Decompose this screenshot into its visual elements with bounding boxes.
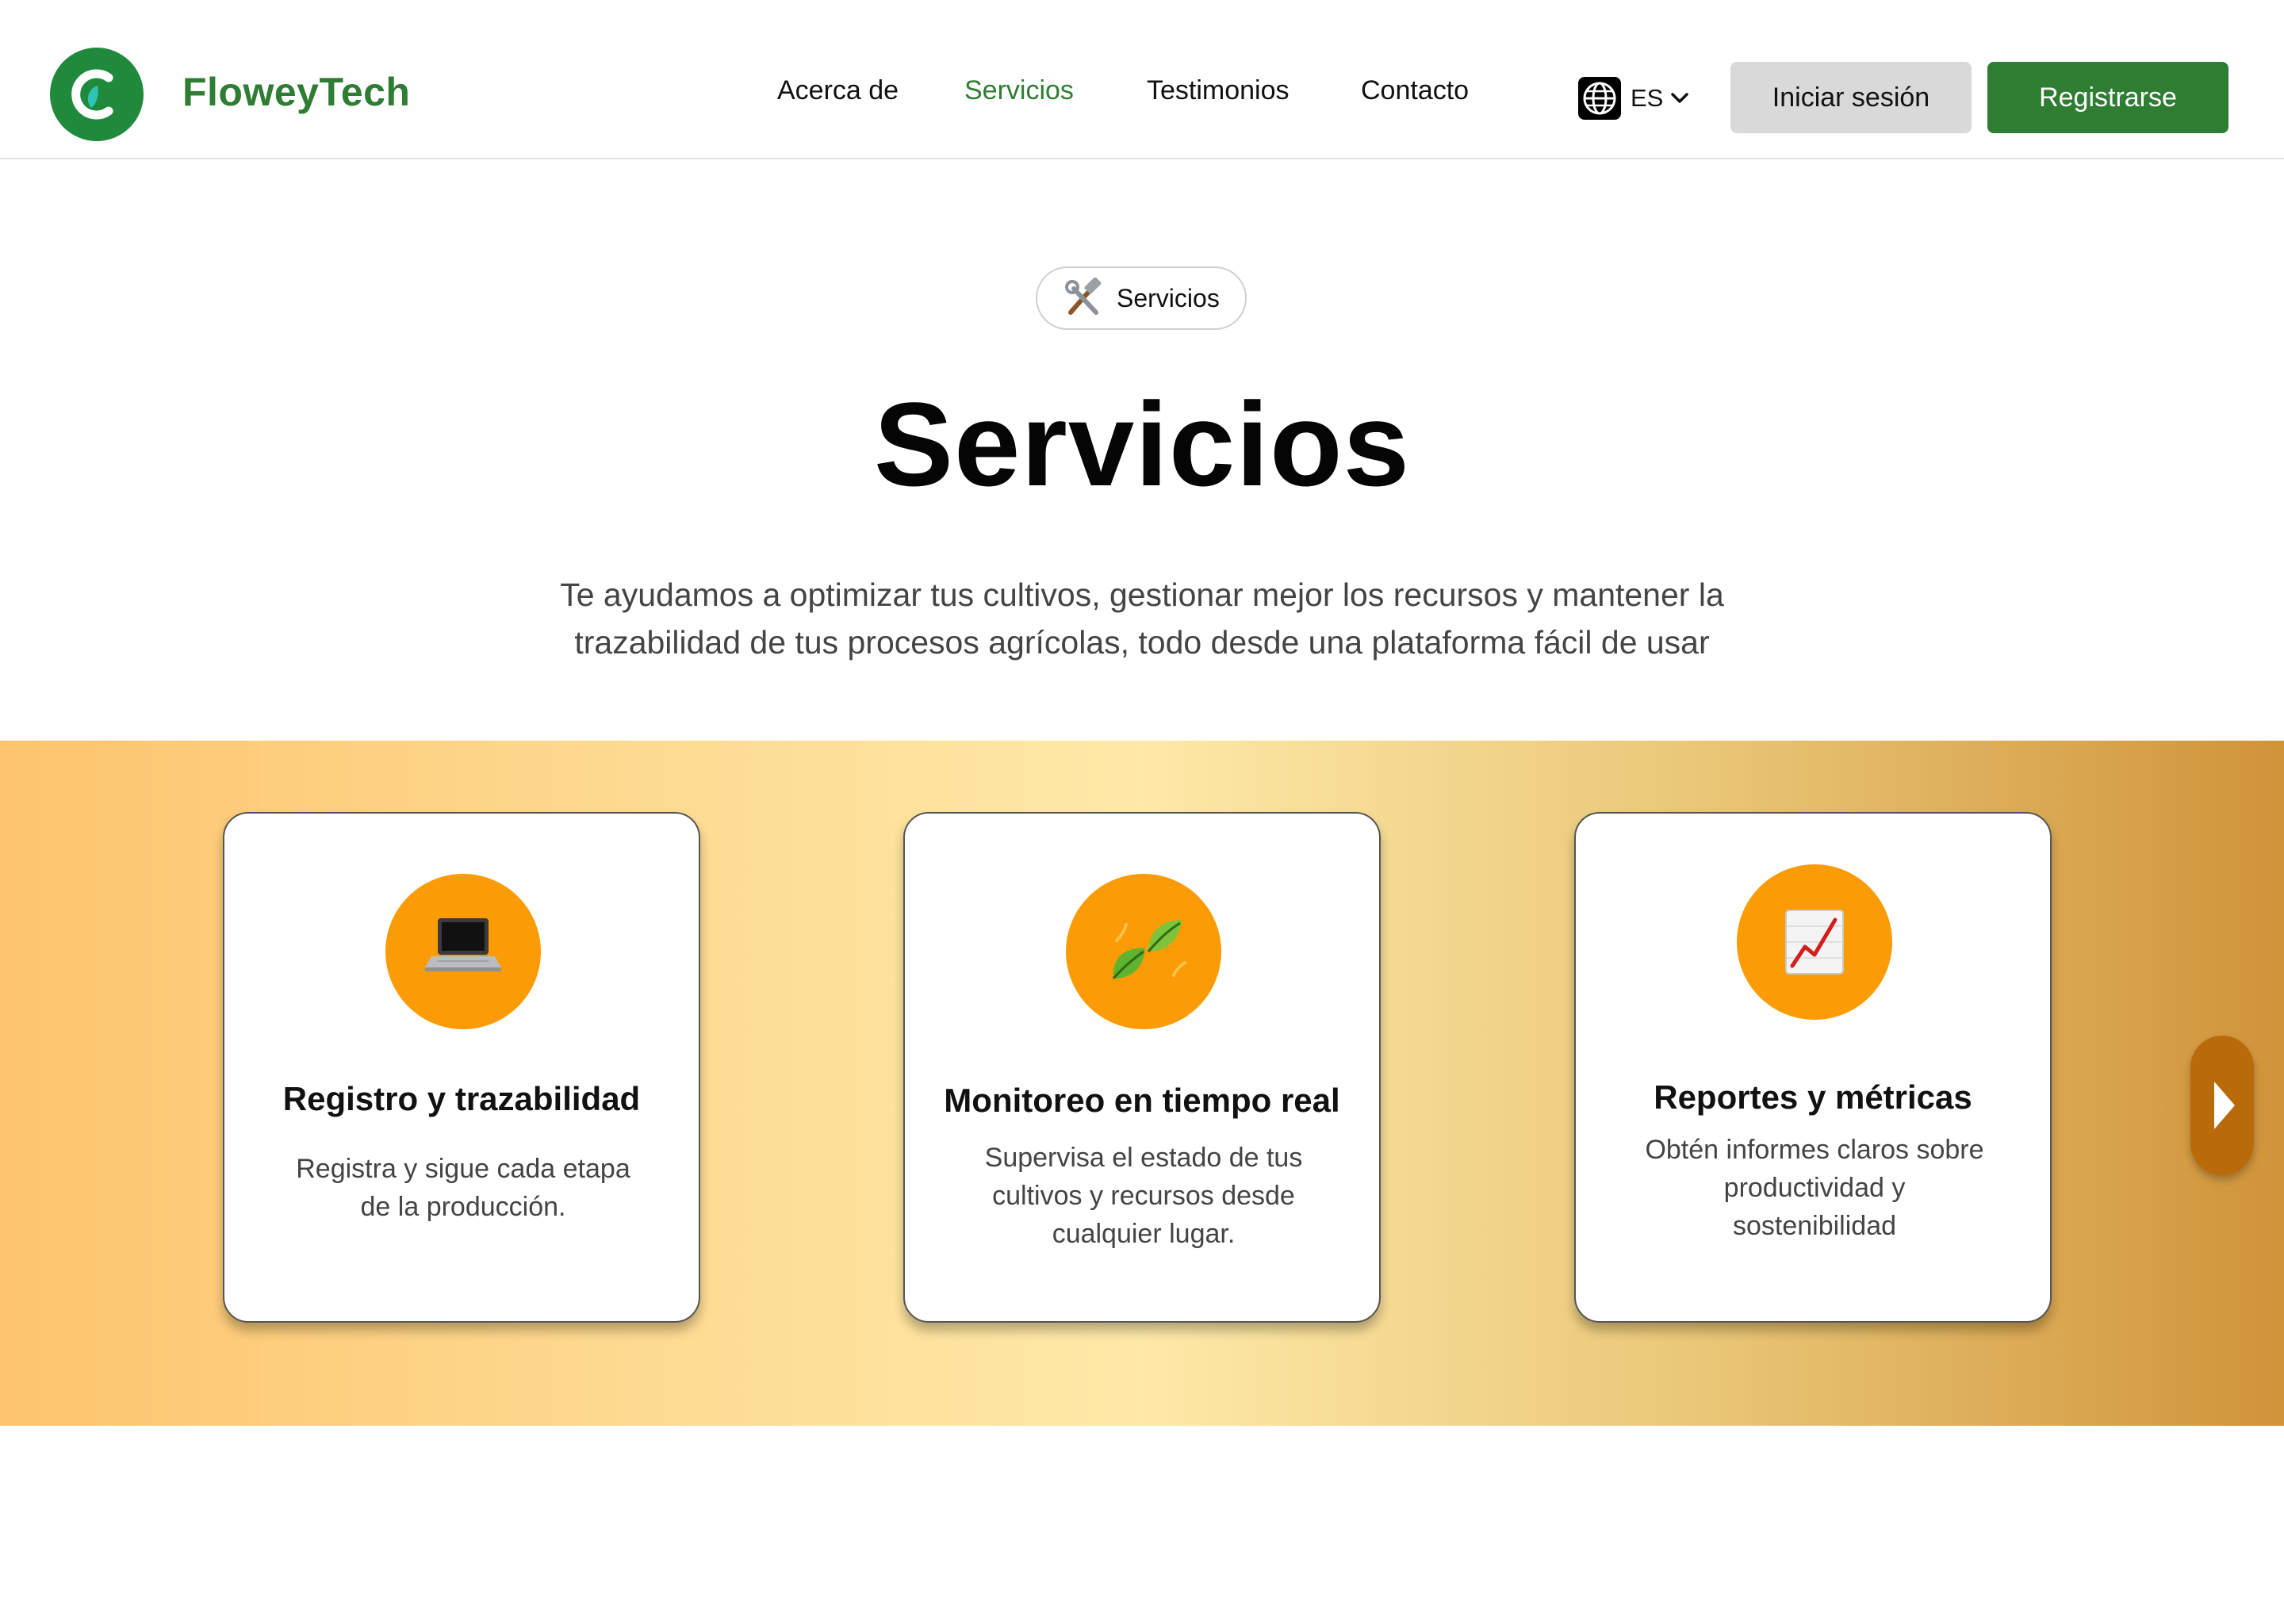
section-badge-label: Servicios: [1117, 284, 1220, 312]
service-description-line: cualquier lugar.: [1052, 1219, 1236, 1249]
service-title: Monitoreo en tiempo real: [944, 1082, 1340, 1119]
leaves-icon: [1066, 874, 1221, 1029]
page-subtitle-line: trazabilidad de tus procesos agrícolas, …: [574, 624, 1710, 661]
service-card-reportes[interactable]: Reportes y métricas Obtén informes claro…: [1574, 812, 2052, 1323]
service-title: Registro y trazabilidad: [282, 1080, 641, 1117]
nav-link-servicios[interactable]: Servicios: [964, 75, 1074, 106]
carousel-next-button[interactable]: [2190, 1036, 2254, 1175]
service-description: Supervisa el estado de tus cultivos y re…: [952, 1139, 1335, 1253]
section-badge: Servicios: [1036, 266, 1247, 330]
language-code: ES: [1631, 84, 1664, 112]
service-description: Obtén informes claros sobre productivida…: [1623, 1131, 2006, 1245]
hammer-wrench-icon: [1061, 277, 1106, 319]
login-button[interactable]: Iniciar sesión: [1730, 62, 1972, 133]
brand-name[interactable]: FloweyTech: [182, 68, 410, 116]
register-button[interactable]: Registrarse: [1987, 62, 2228, 133]
globe-icon: [1578, 77, 1621, 120]
service-card-monitoreo[interactable]: Monitoreo en tiempo real Supervisa el es…: [903, 812, 1381, 1323]
page-subtitle: Te ayudamos a optimizar tus cultivos, ge…: [468, 571, 1816, 666]
service-description: Registra y sigue cada etapa de la produc…: [272, 1150, 654, 1226]
service-title: Reportes y métricas: [1654, 1078, 1972, 1116]
service-description-line: de la producción.: [360, 1192, 566, 1222]
service-card-registro[interactable]: Registro y trazabilidad Registra y sigue…: [223, 812, 700, 1323]
service-description-line: sostenibilidad: [1732, 1211, 1897, 1241]
service-description-line: Obtén informes claros sobre: [1645, 1135, 1984, 1165]
chevron-down-icon: [1671, 93, 1689, 103]
chevron-right-icon: [2214, 1082, 2235, 1129]
site-header: FloweyTech Acerca de Servicios Testimoni…: [0, 0, 2284, 159]
service-description-line: Registra y sigue cada etapa: [296, 1154, 630, 1184]
service-description-line: productividad y: [1723, 1173, 1906, 1203]
page-subtitle-line: Te ayudamos a optimizar tus cultivos, ge…: [560, 576, 1724, 613]
logo-c-leaf-icon[interactable]: [50, 48, 144, 141]
services-carousel: Registro y trazabilidad Registra y sigue…: [0, 741, 2284, 1426]
language-selector[interactable]: ES: [1578, 76, 1690, 121]
service-description-line: Supervisa el estado de tus: [984, 1143, 1303, 1173]
nav-link-contacto[interactable]: Contacto: [1361, 75, 1469, 106]
nav-link-testimonios[interactable]: Testimonios: [1147, 75, 1290, 106]
page-title: Servicios: [873, 377, 1411, 511]
laptop-icon: [385, 874, 541, 1029]
chart-increasing-icon: [1737, 864, 1892, 1020]
nav-link-acerca-de[interactable]: Acerca de: [777, 75, 899, 106]
service-description-line: cultivos y recursos desde: [992, 1181, 1295, 1211]
